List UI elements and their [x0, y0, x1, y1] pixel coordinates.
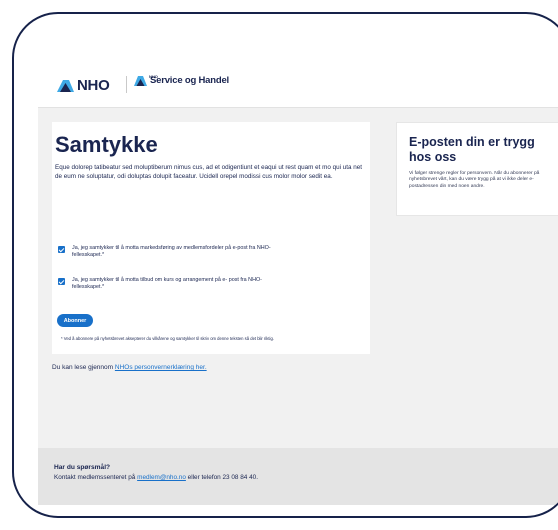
- nho-logo[interactable]: NHO: [57, 77, 110, 94]
- checkbox-label-marketing[interactable]: Ja, jeg samtykker til å motta markedsfør…: [72, 245, 272, 260]
- privacy-line: Du kan lese gjennom NHOs personvernerklæ…: [52, 364, 207, 371]
- privacy-info-card: E-posten din er trygg hos oss Vi følger …: [396, 122, 558, 216]
- service-handel-triangle-icon: [134, 76, 147, 86]
- screen: NHO NHO Service og Handel Samtykke Eque …: [38, 60, 558, 505]
- consent-checkbox-row-courses[interactable]: Ja, jeg samtykker til å motta tilbud om …: [58, 277, 272, 292]
- member-email-link[interactable]: medlem@nho.no: [137, 474, 186, 481]
- footer-prefix: Kontakt medlemssenteret på: [54, 474, 138, 481]
- footer-suffix: eller telefon 23 08 84 40.: [185, 474, 259, 481]
- disclaimer-text: * Ved å abonnere på nyhetsbrevet aksepte…: [61, 336, 274, 341]
- logo-divider: [126, 76, 127, 93]
- side-card-text: Vi følger strenge regler for personvern.…: [409, 171, 540, 189]
- footer: Har du spørsmål? Kontakt medlemssenteret…: [38, 448, 558, 505]
- checkbox-checked-icon[interactable]: [58, 278, 65, 285]
- side-card-title: E-posten din er trygg hos oss: [409, 135, 535, 164]
- checkbox-checked-icon[interactable]: [58, 246, 65, 253]
- consent-checkbox-row-marketing[interactable]: Ja, jeg samtykker til å motta markedsfør…: [58, 245, 272, 260]
- footer-contact-text: Kontakt medlemssenteret på medlem@nho.no…: [54, 474, 258, 481]
- consent-card: Samtykke Eque dolorep tatibeatur sed mol…: [52, 122, 370, 354]
- intro-text: Eque dolorep tatibeatur sed moluptiberum…: [55, 164, 362, 180]
- privacy-prefix: Du kan lese gjennom: [52, 364, 115, 371]
- service-handel-logo-text: Service og Handel: [150, 75, 229, 86]
- service-handel-nho-small-text: NHO: [149, 74, 158, 79]
- privacy-policy-link[interactable]: NHOs personvernerklæring her.: [115, 364, 207, 371]
- header-bar: NHO NHO Service og Handel: [38, 60, 558, 108]
- service-og-handel-logo[interactable]: NHO Service og Handel: [134, 74, 229, 86]
- nho-logo-text: NHO: [77, 77, 110, 94]
- footer-title: Har du spørsmål?: [54, 464, 111, 471]
- subscribe-button[interactable]: Abonner: [57, 314, 93, 327]
- page-title: Samtykke: [55, 132, 158, 157]
- checkbox-label-courses[interactable]: Ja, jeg samtykker til å motta tilbud om …: [72, 277, 272, 292]
- nho-triangle-icon: [57, 79, 74, 92]
- tablet-frame: NHO NHO Service og Handel Samtykke Eque …: [12, 12, 558, 518]
